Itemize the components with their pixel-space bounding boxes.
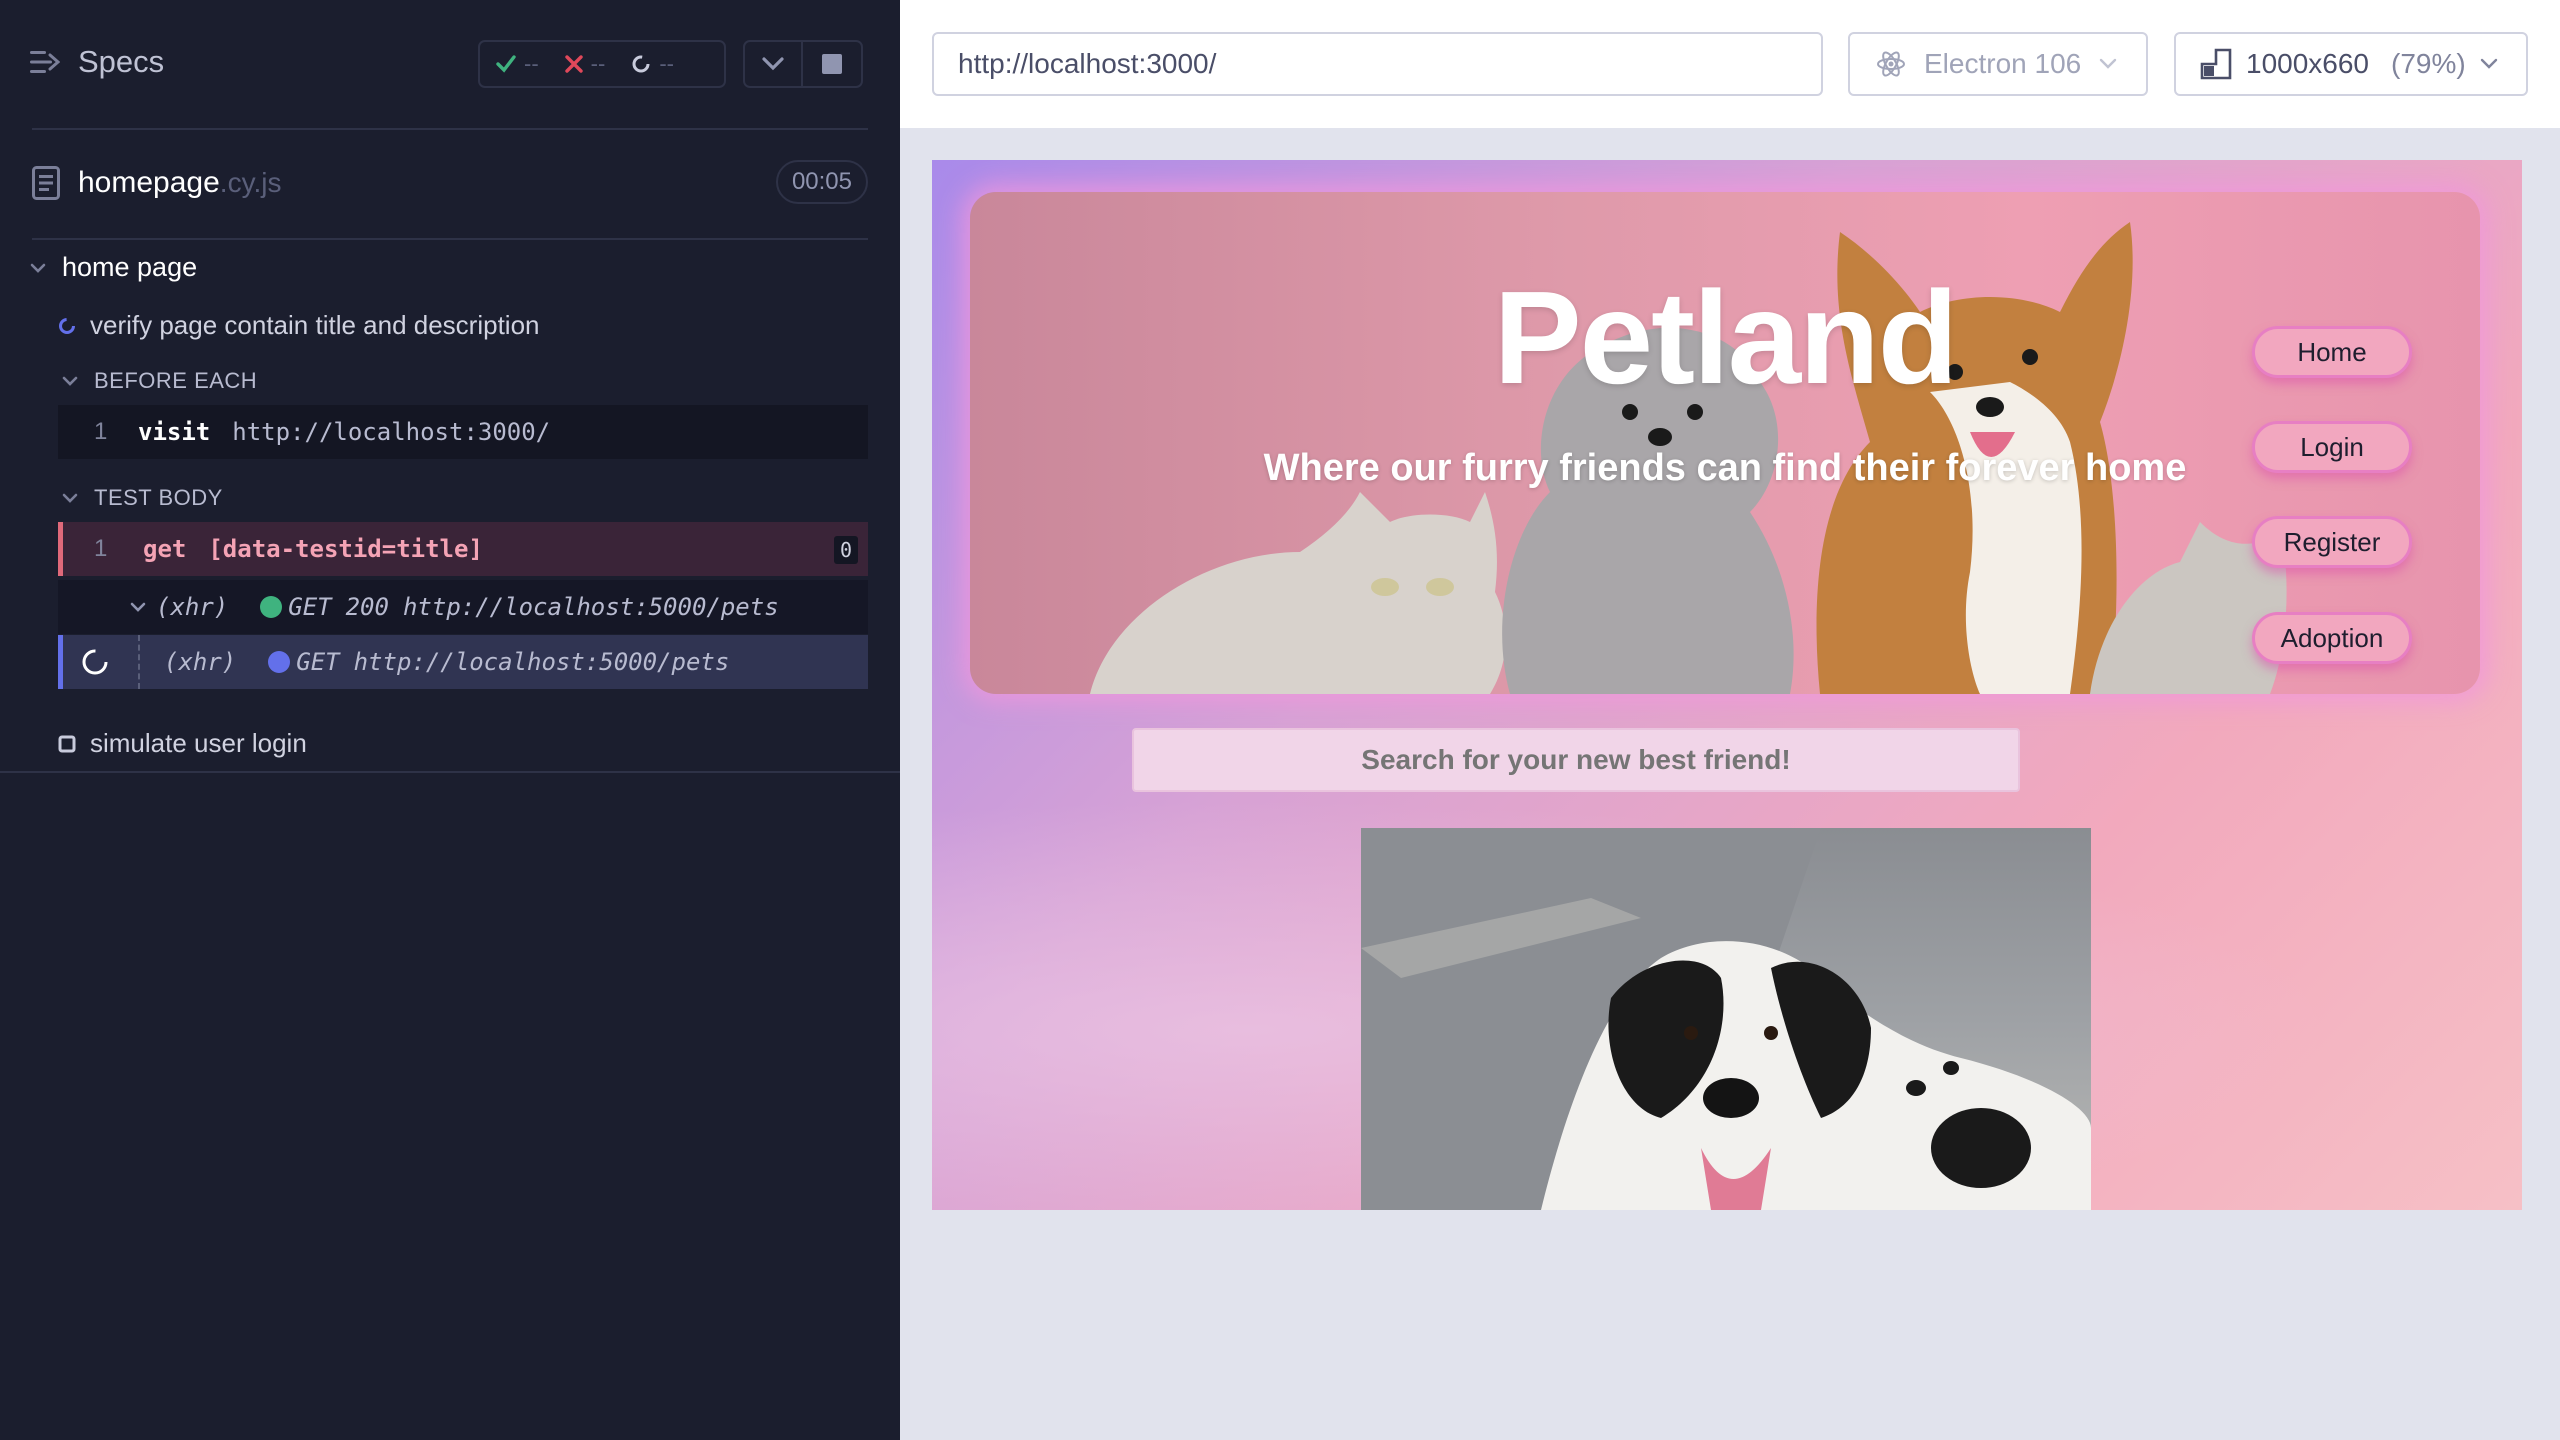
test-body-label: TEST BODY [94,485,223,510]
pending-count: -- [659,51,674,76]
check-icon [496,55,516,73]
xhr-method: GET [296,648,340,676]
xhr-method: GET [288,593,332,621]
reporter-panel: Specs -- -- -- homepage .cy.js 00:05 hom… [0,0,900,1440]
expand-collapse-button[interactable] [743,40,803,88]
element-count-badge: 0 [834,536,858,564]
before-each-label: BEFORE EACH [94,368,258,393]
passed-stat: -- [496,51,539,77]
tree-line [138,635,140,689]
chevron-down-icon [2100,58,2117,69]
viewport-icon [2200,48,2232,80]
suite-title-row[interactable]: home page [30,252,197,283]
status-dot-icon [260,596,283,618]
pending-stat: -- [631,51,674,77]
electron-icon [1877,51,1905,77]
tests-divider [0,771,900,773]
viewport-size: 1000x660 [2246,48,2370,79]
nav-adoption-button[interactable]: Adoption [2252,612,2412,664]
test-stats: -- -- -- [478,40,726,88]
stop-button[interactable] [803,40,863,88]
command-visit[interactable]: 1 visit http://localhost:3000/ [58,405,868,459]
spec-file-ext: .cy.js [219,167,282,198]
failed-count: -- [590,51,606,76]
chevron-down-icon [62,493,78,503]
xhr-url: http://localhost:5000/pets [353,648,730,676]
browser-selector[interactable]: Electron 106 [1848,32,2148,96]
command-get[interactable]: 1 get [data-testid=title] 0 [58,522,868,576]
header-divider [32,128,868,130]
run-duration: 00:05 [775,160,868,204]
aut-toolbar: Electron 106 1000x660 (79%) [900,0,2560,128]
command-name: visit [138,418,211,446]
loading-spinner-icon [82,649,108,675]
pending-square-icon [58,735,76,752]
x-icon [564,55,583,73]
xhr-status: 200 [345,593,389,621]
status-dot-icon [268,651,291,673]
page-title: Petland [1493,264,1959,411]
specs-toggle-button[interactable]: Specs [30,44,164,80]
xhr-url: http://localhost:5000/pets [402,593,779,621]
chevron-down-icon [762,57,784,71]
xhr-pending-row[interactable]: (xhr) GET http://localhost:5000/pets [58,635,868,689]
pet-search-input[interactable] [1132,728,2020,792]
file-divider [32,238,868,240]
specs-icon [30,51,60,73]
aut-panel: Electron 106 1000x660 (79%) [900,0,2560,1440]
specs-label: Specs [78,44,165,79]
spec-file-row[interactable]: homepage .cy.js 00:05 [32,160,868,206]
test-body-hook[interactable]: TEST BODY [62,485,223,511]
command-number: 1 [94,535,108,562]
command-name: get [143,535,187,563]
featured-pet-image [1361,828,2091,1210]
xhr-log-row[interactable]: (xhr) GET 200 http://localhost:5000/pets [58,580,868,634]
app-under-test: Petland Where our furry friends can find… [932,160,2522,1210]
test-title: simulate user login [90,728,307,758]
spinner-icon [632,55,650,73]
test-title-row[interactable]: simulate user login [58,728,307,759]
test-title: verify page contain title and descriptio… [90,310,540,340]
passed-count: -- [524,51,539,76]
nav-home-button[interactable]: Home [2252,326,2412,378]
hero-banner: Petland Where our furry friends can find… [970,192,2480,694]
before-each-hook[interactable]: BEFORE EACH [62,368,257,394]
reporter-header: Specs -- -- -- [0,0,900,130]
file-icon [32,166,60,200]
command-message: http://localhost:3000/ [232,418,551,446]
xhr-type: (xhr) [156,593,229,621]
zoom-level: (79%) [2391,48,2466,79]
command-message: [data-testid=title] [208,535,483,563]
nav-register-button[interactable]: Register [2252,516,2412,568]
viewport-selector[interactable]: 1000x660 (79%) [2174,32,2528,96]
command-number: 1 [94,418,108,445]
nav-login-button[interactable]: Login [2252,421,2412,473]
suite-title: home page [62,252,198,282]
test-title-row[interactable]: verify page contain title and descriptio… [58,310,540,341]
browser-name: Electron 106 [1924,48,2082,79]
chevron-down-icon [62,376,78,386]
running-spinner-icon [59,317,75,334]
dog-photo-illustration [1361,828,2091,1210]
chevron-down-icon [2480,58,2497,69]
spec-file-name: homepage [78,166,220,199]
chevron-down-icon [30,263,46,273]
failed-stat: -- [564,51,606,77]
url-input[interactable] [932,32,1823,96]
stop-icon [822,54,842,74]
xhr-type: (xhr) [164,648,237,676]
chevron-down-icon [130,602,146,612]
